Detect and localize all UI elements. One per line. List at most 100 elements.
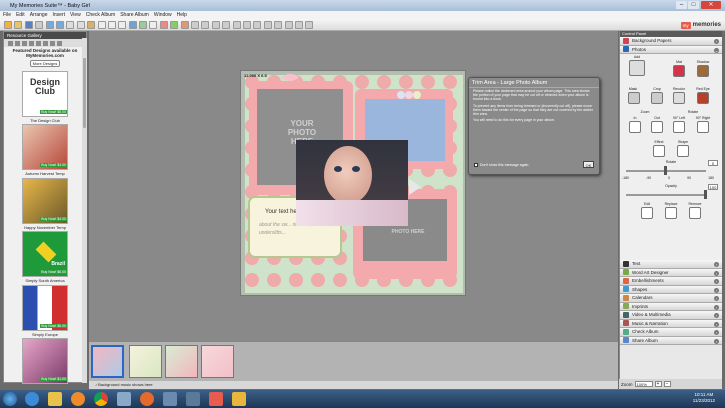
chevron-icon[interactable]: ›	[714, 304, 719, 310]
menu-share-album[interactable]: Share Album	[120, 12, 149, 18]
gallery-item-south-america[interactable]: Brazil Buy Now! $6.00	[22, 231, 68, 277]
gallery-item-design-club[interactable]: Design Club Buy Now! $5.00	[22, 71, 68, 117]
grid-icon[interactable]	[263, 20, 272, 29]
opacity-value-field[interactable]: 100	[708, 184, 718, 190]
menu-check-album[interactable]: Check Album	[86, 12, 115, 18]
rotate-slider-thumb[interactable]	[664, 166, 667, 175]
help-icon[interactable]	[305, 20, 314, 29]
gallery-scrollbar[interactable]	[82, 38, 87, 383]
opacity-slider-thumb[interactable]	[704, 190, 707, 199]
page-thumbnail[interactable]	[201, 345, 234, 378]
gallery-item-pink[interactable]: Buy Now! $1.00	[22, 338, 68, 384]
page-thumbnail[interactable]	[129, 345, 162, 378]
new-icon[interactable]	[4, 20, 12, 29]
effect-button[interactable]	[653, 145, 665, 157]
system-clock[interactable]: 10:11 AM 11/23/2012	[693, 392, 715, 404]
search-icon[interactable]	[36, 40, 41, 46]
section-shapes[interactable]: Shapes ›	[620, 285, 722, 294]
buy-now-badge[interactable]: Buy Now! $4.00	[40, 217, 67, 221]
menu-view[interactable]: View	[70, 12, 81, 18]
red-eye-button[interactable]	[697, 92, 709, 104]
album-page[interactable]: YOUR PHOTO HERE PHOTO HERE Your text he …	[240, 70, 466, 296]
section-share-album[interactable]: Share Album ›	[620, 336, 722, 345]
chevron-icon[interactable]: ⌄	[714, 47, 719, 53]
flip-icon[interactable]	[242, 20, 251, 29]
chevron-icon[interactable]: ›	[714, 338, 719, 344]
buy-now-badge[interactable]: Buy Now! $6.00	[40, 270, 67, 274]
menu-edit[interactable]: Edit	[16, 12, 25, 18]
firefox-icon[interactable]	[140, 392, 154, 406]
zoom-icon[interactable]	[253, 20, 262, 29]
copy-icon[interactable]	[76, 20, 85, 29]
shadow-button[interactable]	[697, 65, 709, 77]
ok-button[interactable]: OK	[583, 161, 594, 168]
crop-button[interactable]	[651, 92, 663, 104]
calendar-icon[interactable]	[191, 20, 200, 29]
layer-up-icon[interactable]	[222, 20, 231, 29]
crop-icon[interactable]	[118, 20, 127, 29]
replace-button[interactable]	[665, 207, 677, 219]
my-memories-icon[interactable]	[209, 392, 223, 406]
rotate-left-button[interactable]	[673, 121, 685, 133]
section-background-papers[interactable]: Background Papers ›	[620, 37, 722, 46]
shape-button[interactable]	[677, 145, 689, 157]
print-icon[interactable]	[35, 20, 44, 29]
layer-down-icon[interactable]	[232, 20, 241, 29]
paste-icon[interactable]	[87, 20, 96, 29]
recolor-button[interactable]	[673, 92, 685, 104]
menu-insert[interactable]: Insert	[52, 12, 65, 18]
buy-now-badge[interactable]: Buy Now! $6.00	[40, 324, 67, 328]
preview-icon[interactable]	[284, 20, 293, 29]
maximize-button[interactable]: □	[688, 1, 699, 9]
page-thumbnail[interactable]	[91, 345, 124, 378]
journal-title[interactable]: Your text he	[265, 209, 297, 215]
media-player-icon[interactable]	[71, 392, 85, 406]
remove-button[interactable]	[689, 207, 701, 219]
checkbox-icon[interactable]	[474, 163, 478, 167]
menu-file[interactable]: File	[3, 12, 11, 18]
gallery-item-autumn[interactable]: Buy Now! $4.00	[22, 124, 68, 170]
mask-button[interactable]	[628, 92, 640, 104]
home-icon[interactable]	[8, 40, 13, 46]
shape-icon[interactable]	[159, 20, 168, 29]
mat-button[interactable]	[673, 65, 685, 77]
menu-window[interactable]: Window	[154, 12, 172, 18]
undo-icon[interactable]	[45, 20, 54, 29]
app-icon[interactable]	[163, 392, 177, 406]
group-icon[interactable]	[211, 20, 220, 29]
close-button[interactable]: ✕	[701, 1, 721, 9]
zoom-out-icon[interactable]: −	[663, 381, 671, 387]
buy-now-badge[interactable]: Buy Now! $1.00	[40, 377, 67, 381]
gallery-item-november[interactable]: Buy Now! $4.00	[22, 178, 68, 224]
open-icon[interactable]	[14, 20, 23, 29]
back-icon[interactable]	[15, 40, 20, 46]
app-icon[interactable]	[186, 392, 200, 406]
section-embellishments[interactable]: Embellishments ›	[620, 277, 722, 286]
share-icon[interactable]	[294, 20, 303, 29]
start-button[interactable]	[3, 392, 17, 406]
zoom-out-button[interactable]	[651, 121, 663, 133]
zoom-in-icon[interactable]: +	[654, 381, 662, 387]
section-imprints[interactable]: Imprints ›	[620, 302, 722, 311]
chevron-icon[interactable]: ›	[714, 321, 719, 327]
select-icon[interactable]	[97, 20, 106, 29]
chevron-icon[interactable]: ›	[714, 279, 719, 284]
edit-button[interactable]	[641, 207, 653, 219]
explorer-icon[interactable]	[48, 392, 62, 406]
chevron-icon[interactable]: ›	[714, 313, 719, 318]
chrome-icon[interactable]	[94, 392, 108, 406]
opacity-slider[interactable]	[626, 194, 706, 196]
more-designs-button[interactable]: More Designs	[30, 60, 60, 67]
minimize-button[interactable]: –	[676, 1, 687, 9]
rotate-right-button[interactable]	[697, 121, 709, 133]
folder-icon[interactable]	[29, 40, 34, 46]
ie-icon[interactable]	[25, 392, 39, 406]
menu-arrange[interactable]: Arrange	[30, 12, 48, 18]
cut-icon[interactable]	[66, 20, 75, 29]
list-icon[interactable]	[57, 40, 62, 46]
section-word-art-designer[interactable]: Word Art Designer ›	[620, 268, 722, 277]
buy-now-badge[interactable]: Buy Now! $4.00	[40, 163, 67, 167]
menu-help[interactable]: Help	[177, 12, 187, 18]
save-icon[interactable]	[24, 20, 33, 29]
chevron-icon[interactable]: ›	[714, 270, 719, 276]
